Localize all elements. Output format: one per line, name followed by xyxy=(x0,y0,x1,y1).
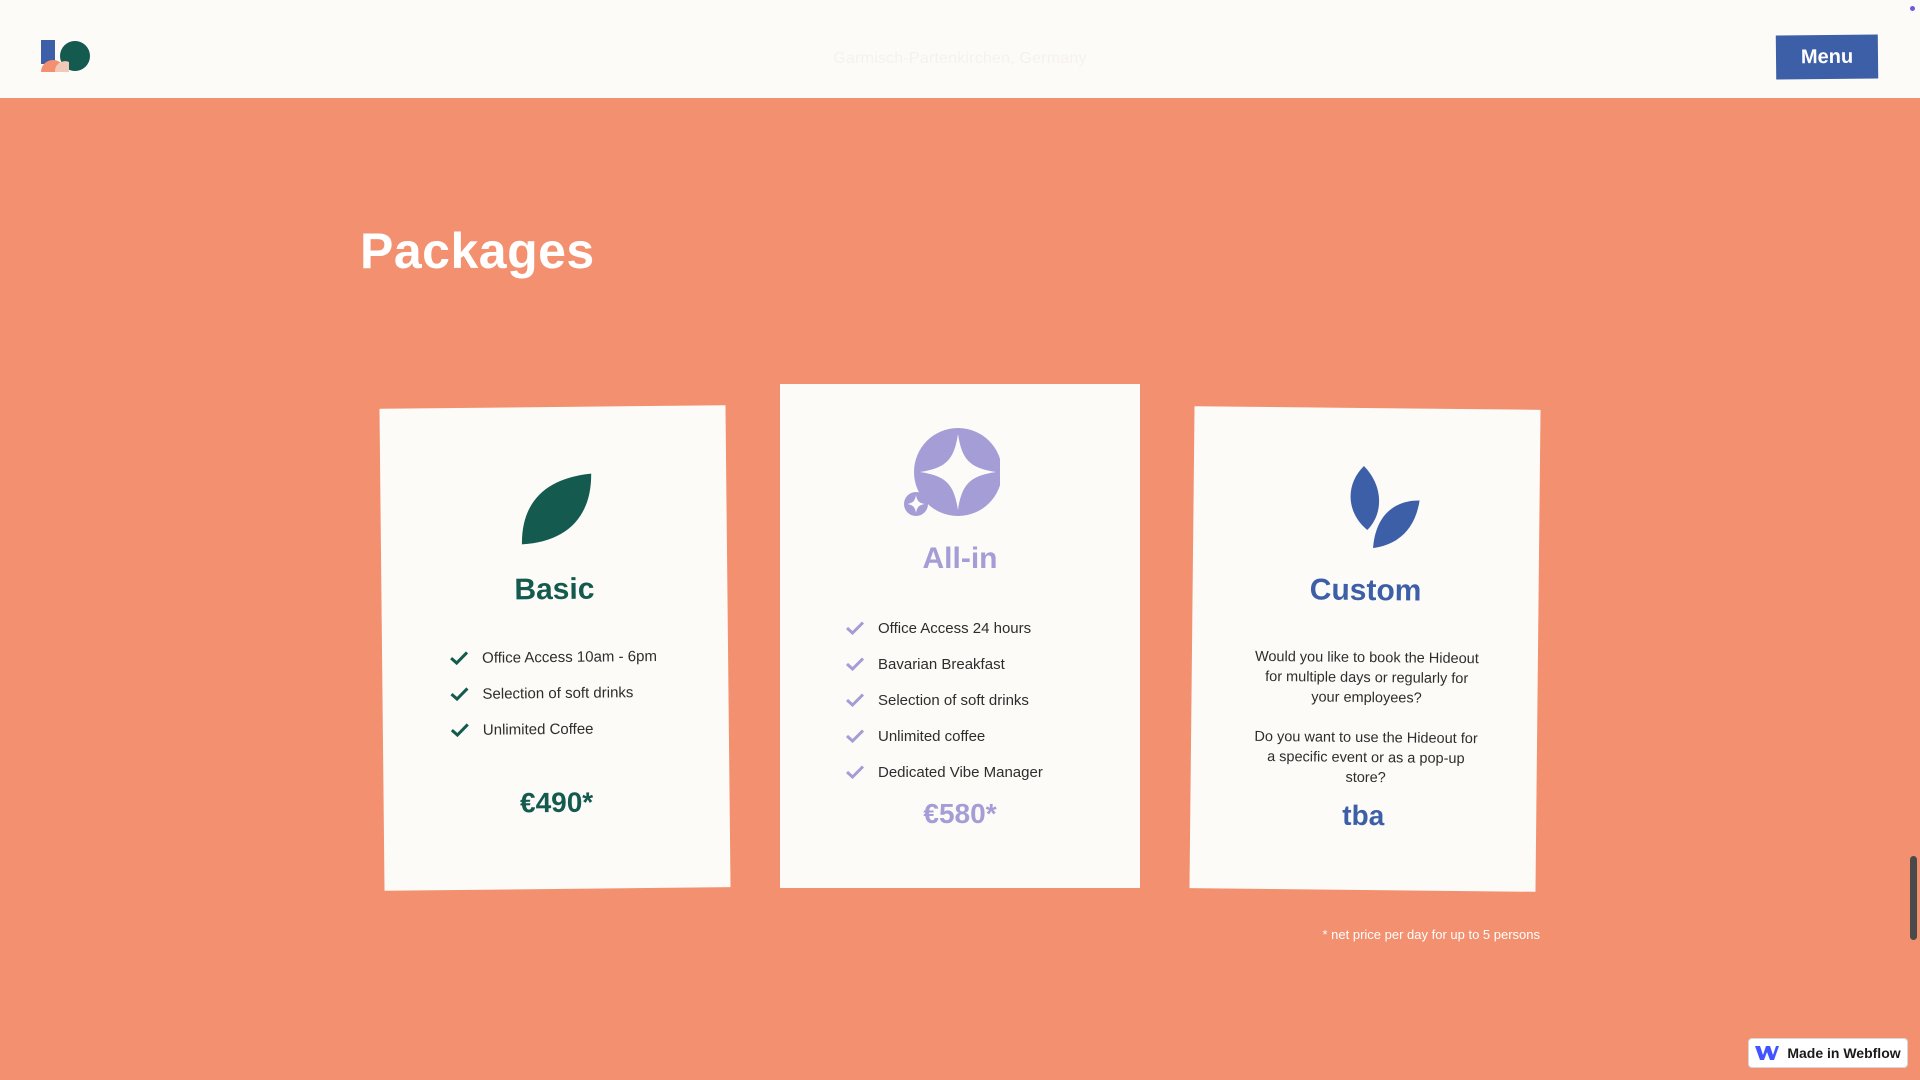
package-card-basic: Basic Office Access 10am - 6pm Selection… xyxy=(379,405,731,891)
sparkle-star-icon xyxy=(904,428,1000,516)
custom-description: Would you like to book the Hideout for m… xyxy=(1254,648,1479,707)
package-title: Custom xyxy=(1309,573,1422,608)
package-price: €580* xyxy=(923,798,997,829)
corner-dot xyxy=(1910,6,1915,11)
package-price: €490* xyxy=(519,786,594,819)
custom-description: Do you want to use the Hideout for a spe… xyxy=(1254,728,1478,787)
feature-label: Office Access 10am - 6pm xyxy=(482,647,657,667)
package-card-custom: Custom Would you like to book the Hideou… xyxy=(1189,406,1541,892)
page-title: Packages xyxy=(360,223,595,279)
check-icon xyxy=(846,693,864,707)
check-icon xyxy=(846,729,864,743)
package-card-allin: All-in Office Access 24 hours Bavarian B… xyxy=(780,384,1140,888)
check-icon xyxy=(846,621,864,635)
double-leaf-icon xyxy=(1350,465,1420,549)
feature-item: Office Access 24 hours xyxy=(846,610,1043,646)
leaf-icon xyxy=(521,473,592,545)
package-title: Basic xyxy=(514,572,595,607)
check-icon xyxy=(450,687,469,702)
feature-item: Office Access 10am - 6pm xyxy=(450,638,657,676)
check-icon xyxy=(846,657,864,671)
feature-item: Bavarian Breakfast xyxy=(846,646,1043,682)
package-title: All-in xyxy=(922,542,998,575)
badge-label: Made in Webflow xyxy=(1787,1045,1901,1061)
made-in-webflow-badge[interactable]: Made in Webflow xyxy=(1748,1038,1908,1068)
check-icon xyxy=(846,765,864,779)
feature-label: Selection of soft drinks xyxy=(482,683,634,703)
check-icon xyxy=(450,651,469,666)
feature-item: Unlimited Coffee xyxy=(450,710,658,748)
feature-item: Selection of soft drinks xyxy=(450,674,657,712)
price-footnote: * net price per day for up to 5 persons xyxy=(1322,927,1540,942)
feature-list: Office Access 24 hours Bavarian Breakfas… xyxy=(846,610,1043,790)
feature-list: Office Access 10am - 6pm Selection of so… xyxy=(450,638,658,748)
feature-item: Dedicated Vibe Manager xyxy=(846,754,1043,790)
feature-label: Dedicated Vibe Manager xyxy=(878,763,1043,781)
feature-label: Bavarian Breakfast xyxy=(878,655,1005,673)
feature-label: Unlimited Coffee xyxy=(482,720,594,739)
feature-label: Selection of soft drinks xyxy=(878,691,1029,709)
feature-item: Selection of soft drinks xyxy=(846,682,1043,718)
feature-label: Office Access 24 hours xyxy=(878,619,1032,637)
package-price: tba xyxy=(1342,799,1385,832)
page-scrollbar[interactable] xyxy=(1910,856,1917,940)
site-header: Garmisch-Partenkirchen, Germany Menu xyxy=(0,0,1920,98)
menu-button[interactable]: Menu xyxy=(1775,34,1879,80)
feature-item: Unlimited coffee xyxy=(846,718,1043,754)
feature-label: Unlimited coffee xyxy=(878,727,986,745)
webflow-logo-icon xyxy=(1755,1046,1780,1060)
check-icon xyxy=(450,723,469,738)
location-text: Garmisch-Partenkirchen, Germany xyxy=(833,50,1087,67)
